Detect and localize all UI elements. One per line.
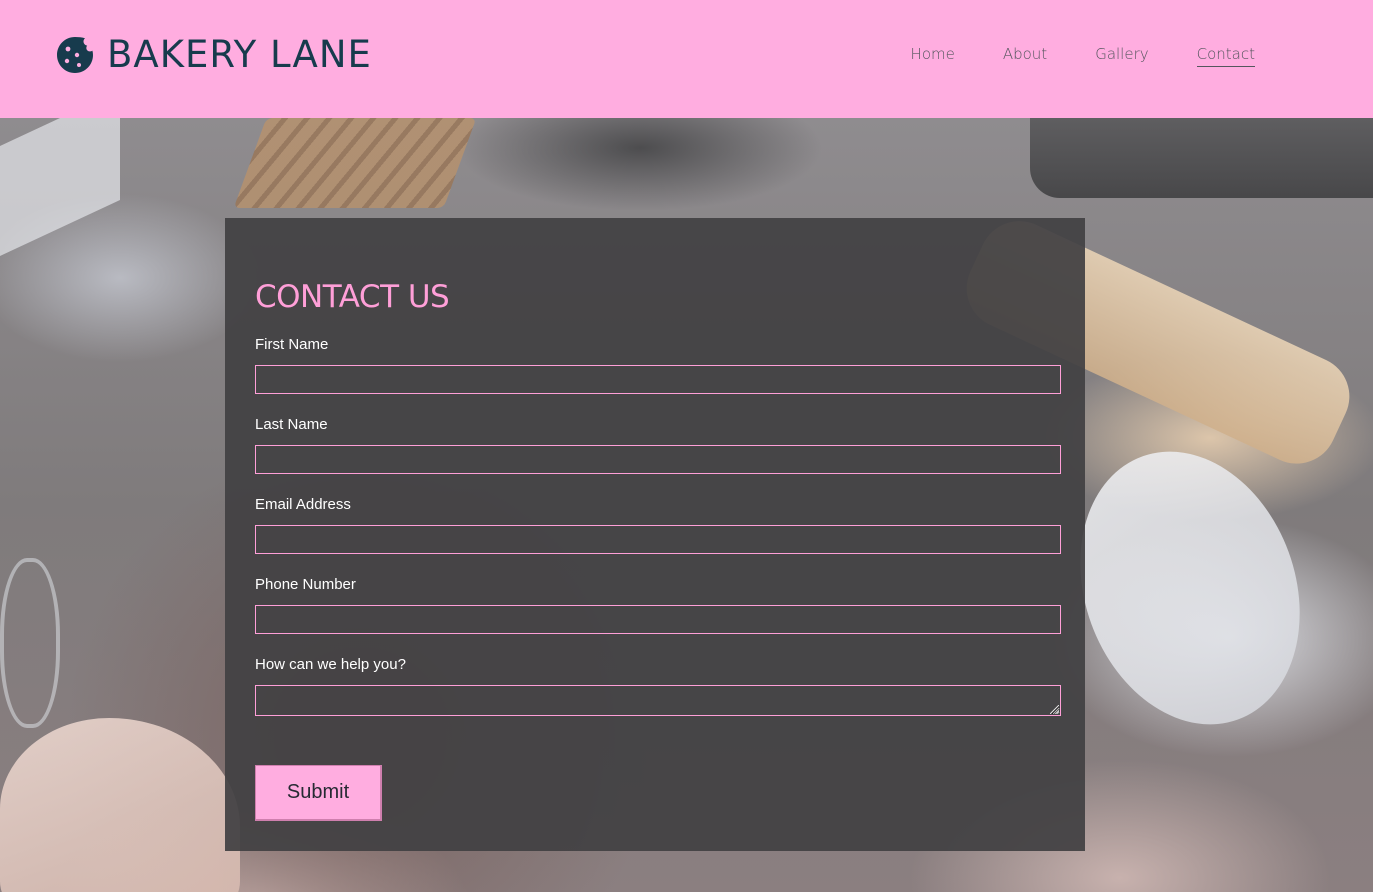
phone-input[interactable] (255, 605, 1061, 634)
message-textarea-wrapper (255, 685, 1061, 716)
email-label: Email Address (255, 496, 351, 513)
main-nav: Home About Gallery Contact (911, 44, 1255, 67)
email-input[interactable] (255, 525, 1061, 554)
contact-form-title: CONTACT US (255, 279, 450, 315)
cinnamon-sticks-decoration (233, 118, 477, 208)
nav-item-home[interactable]: Home (911, 44, 955, 67)
submit-button[interactable]: Submit (255, 765, 382, 821)
phone-field-group: Phone Number (255, 576, 1061, 634)
muffin-tray-decoration (1030, 118, 1373, 198)
first-name-label: First Name (255, 336, 329, 353)
hand-decoration (0, 718, 240, 892)
message-textarea[interactable] (255, 685, 1061, 716)
parchment-paper-decoration (0, 118, 120, 256)
contact-form-panel: CONTACT US First Name Last Name Email Ad… (225, 218, 1085, 851)
cookie-icon (57, 37, 93, 73)
last-name-input[interactable] (255, 445, 1061, 474)
site-header: BAKERY LANE Home About Gallery Contact (0, 0, 1373, 118)
brand-name: BAKERY LANE (107, 33, 372, 76)
last-name-field-group: Last Name (255, 416, 1061, 474)
first-name-field-group: First Name (255, 336, 1061, 394)
last-name-label: Last Name (255, 416, 328, 433)
cookie-cutter-decoration (0, 558, 60, 728)
email-field-group: Email Address (255, 496, 1061, 554)
phone-label: Phone Number (255, 576, 356, 593)
nav-item-gallery[interactable]: Gallery (1095, 44, 1148, 67)
wooden-spoon-decoration (1043, 420, 1337, 756)
first-name-input[interactable] (255, 365, 1061, 394)
message-label: How can we help you? (255, 656, 406, 673)
nav-item-about[interactable]: About (1003, 44, 1047, 67)
nav-item-contact[interactable]: Contact (1196, 44, 1255, 67)
brand-logo-link[interactable]: BAKERY LANE (55, 34, 372, 76)
message-field-group: How can we help you? (255, 656, 1061, 716)
